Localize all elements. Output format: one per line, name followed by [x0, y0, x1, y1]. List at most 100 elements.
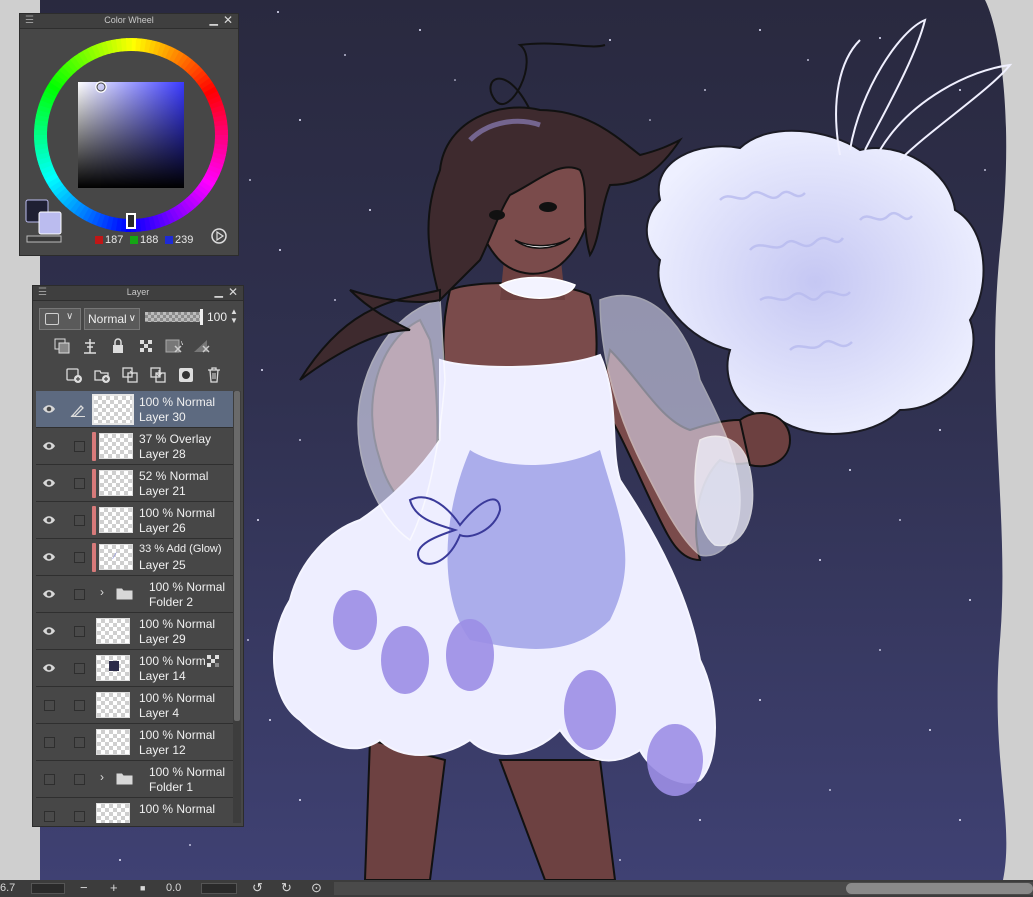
visibility-checkbox[interactable]	[44, 737, 55, 748]
layer-row[interactable]: 100 % Normal Layer 12	[36, 724, 233, 761]
layer-row[interactable]: 100 % Normal Layer 26	[36, 502, 233, 539]
rotation-slider[interactable]	[201, 883, 237, 894]
scrollbar-thumb[interactable]	[846, 883, 1033, 894]
zoom-in-button[interactable]: +	[110, 880, 118, 896]
layer-row[interactable]: 52 % Normal Layer 21	[36, 465, 233, 502]
layer-thumbnail[interactable]	[96, 692, 130, 718]
reference-layer-icon[interactable]	[79, 335, 101, 357]
layer-list[interactable]: 100 % Normal Layer 30 37 % Overlay Layer 28…	[36, 391, 233, 823]
layer-thumbnail[interactable]	[96, 655, 130, 681]
lock-transparent-pixels-icon[interactable]	[135, 335, 157, 357]
edit-checkbox[interactable]	[74, 663, 85, 674]
eye-icon[interactable]	[42, 439, 56, 453]
layer-opacity-mode: 100 % Normal	[139, 728, 216, 742]
pen-icon[interactable]	[70, 403, 86, 417]
transparent-color-swatch[interactable]	[26, 235, 62, 243]
layer-mask-icon[interactable]	[207, 655, 220, 668]
color-wheel-titlebar[interactable]: ☰ Color Wheel ▁ ✕	[20, 14, 238, 29]
sub-color-swatch[interactable]	[38, 211, 62, 235]
layer-list-scrollbar[interactable]	[233, 391, 241, 823]
enable-mask-icon[interactable]: ∨	[163, 335, 185, 357]
mask-range-icon[interactable]	[191, 335, 213, 357]
edit-checkbox[interactable]	[74, 515, 85, 526]
visibility-checkbox[interactable]	[44, 700, 55, 711]
layer-thumbnail[interactable]	[99, 433, 133, 459]
layer-opacity-mode: 100 % Normal	[139, 617, 216, 631]
layer-thumbnail[interactable]	[96, 618, 130, 644]
delete-layer-icon[interactable]	[203, 364, 225, 386]
layer-row[interactable]: 100 % Normal	[36, 798, 233, 823]
scrollbar-thumb[interactable]	[234, 391, 240, 721]
clip-to-layer-below-icon[interactable]	[51, 335, 73, 357]
layer-row[interactable]: 100 % Normal Layer 4	[36, 687, 233, 724]
create-layer-mask-icon[interactable]	[175, 364, 197, 386]
rotate-right-icon[interactable]: ↻	[281, 880, 292, 896]
new-raster-layer-icon[interactable]	[63, 364, 85, 386]
visibility-checkbox[interactable]	[44, 811, 55, 822]
hue-picker-handle[interactable]	[126, 213, 136, 229]
layer-row[interactable]: 100 % Normal Layer 30	[36, 391, 233, 428]
opacity-value[interactable]: 100	[207, 310, 227, 324]
fit-view-icon[interactable]: ■	[140, 880, 145, 896]
transfer-to-lower-layer-icon[interactable]	[119, 364, 141, 386]
opacity-slider[interactable]	[145, 309, 203, 325]
color-wheel[interactable]	[20, 30, 238, 256]
minimize-button[interactable]: ▁	[210, 14, 218, 27]
layer-opacity-mode: 100 % Norm	[139, 654, 206, 668]
horizontal-scrollbar[interactable]	[334, 882, 1033, 895]
chevron-right-icon[interactable]: ›	[100, 770, 104, 784]
layer-thumbnail[interactable]	[99, 470, 133, 496]
edit-checkbox[interactable]	[74, 552, 85, 563]
layer-thumbnail[interactable]: ⁄	[99, 544, 133, 570]
blue-value: 239	[165, 234, 193, 246]
edit-checkbox[interactable]	[74, 774, 85, 785]
layer-row[interactable]: 37 % Overlay Layer 28	[36, 428, 233, 465]
eye-icon[interactable]	[42, 476, 56, 490]
layer-thumbnail[interactable]	[96, 729, 130, 755]
close-button[interactable]: ✕	[223, 14, 233, 27]
layer-opacity-mode: 100 % Normal	[139, 691, 216, 705]
layer-panel-titlebar[interactable]: ☰ Layer ▁ ✕	[33, 286, 243, 301]
visibility-checkbox[interactable]	[44, 774, 55, 785]
chevron-right-icon[interactable]: ›	[100, 585, 104, 599]
merge-with-layer-below-icon[interactable]	[147, 364, 169, 386]
close-button[interactable]: ✕	[228, 286, 238, 299]
folder-row[interactable]: › 100 % Normal Folder 1	[36, 761, 233, 798]
layer-opacity-mode: 100 % Normal	[139, 506, 216, 520]
opacity-spinner-icon[interactable]: ▲ ▼	[230, 307, 238, 325]
eye-icon[interactable]	[42, 661, 56, 675]
zoom-out-button[interactable]: −	[80, 880, 88, 896]
layer-row[interactable]: 100 % Norm Layer 14	[36, 650, 233, 687]
minimize-button[interactable]: ▁	[215, 286, 223, 299]
eye-left	[489, 210, 505, 220]
eye-icon[interactable]	[42, 513, 56, 527]
zoom-slider[interactable]	[31, 883, 65, 894]
layer-thumbnail[interactable]	[96, 803, 130, 823]
eye-icon[interactable]	[42, 624, 56, 638]
layer-property-dropdown[interactable]: ∨	[39, 308, 81, 330]
eye-icon[interactable]	[42, 402, 56, 416]
blend-mode-select[interactable]: Normal ∨	[84, 308, 140, 330]
eye-icon[interactable]	[42, 587, 56, 601]
rotation-angle-value[interactable]: 0.0	[166, 882, 181, 894]
edit-checkbox[interactable]	[74, 811, 85, 822]
chevron-down-icon: ∨	[66, 311, 74, 322]
lock-layer-icon[interactable]	[107, 335, 129, 357]
new-folder-icon[interactable]	[91, 364, 113, 386]
layer-row[interactable]: 100 % Normal Layer 29	[36, 613, 233, 650]
reset-rotation-icon[interactable]: ⊙	[311, 880, 322, 896]
eye-icon[interactable]	[42, 550, 56, 564]
folder-row[interactable]: › 100 % Normal Folder 2	[36, 576, 233, 613]
layer-row[interactable]: ⁄ 33 % Add (Glow) Layer 25	[36, 539, 233, 576]
rotate-left-icon[interactable]: ↺	[252, 880, 263, 896]
red-swatch-icon	[95, 236, 103, 244]
edit-checkbox[interactable]	[74, 589, 85, 600]
layer-thumbnail[interactable]	[92, 394, 134, 425]
edit-checkbox[interactable]	[74, 478, 85, 489]
edit-checkbox[interactable]	[74, 737, 85, 748]
edit-checkbox[interactable]	[74, 441, 85, 452]
edit-checkbox[interactable]	[74, 700, 85, 711]
zoom-value[interactable]: 6.7	[0, 882, 15, 894]
edit-checkbox[interactable]	[74, 626, 85, 637]
layer-thumbnail[interactable]	[99, 507, 133, 533]
